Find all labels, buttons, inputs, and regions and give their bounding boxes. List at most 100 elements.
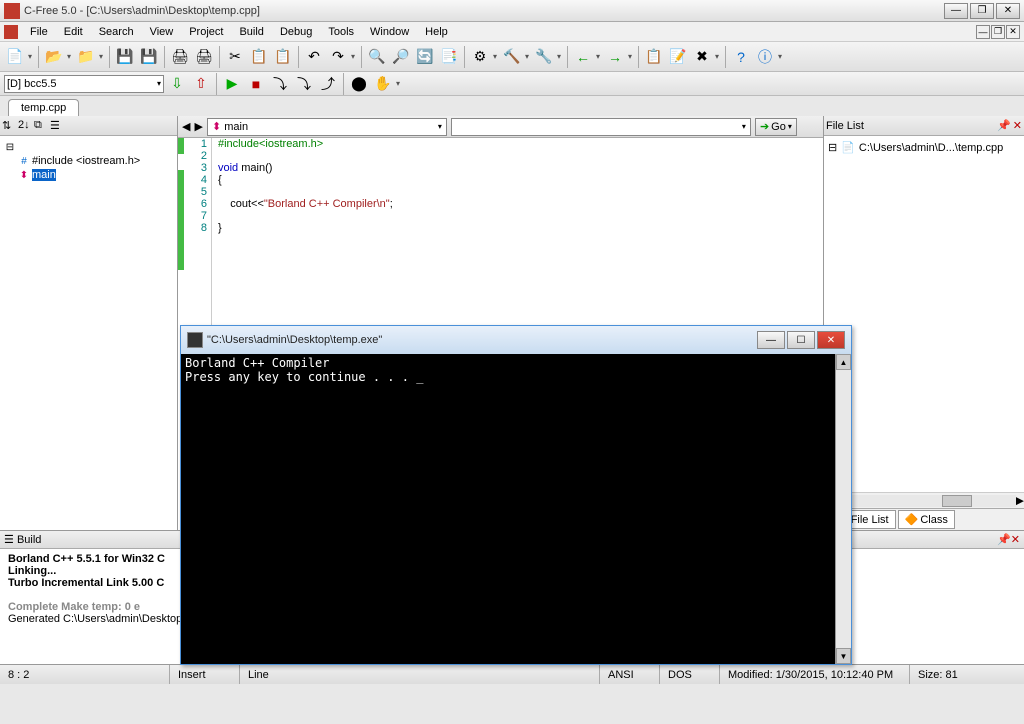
console-titlebar[interactable]: "C:\Users\admin\Desktop\temp.exe" — ☐ ✕: [181, 326, 851, 354]
change-marker: [178, 138, 184, 154]
info-dropdown[interactable]: ▾: [778, 52, 784, 61]
tab-class[interactable]: 🔶 Class: [898, 510, 955, 529]
console-maximize-button[interactable]: ☐: [787, 331, 815, 349]
tree-include[interactable]: # #include <iostream.h>: [4, 154, 173, 168]
mdi-close-button[interactable]: ✕: [1006, 25, 1020, 39]
build-icon[interactable]: 🔨: [501, 46, 523, 68]
minimize-button[interactable]: —: [944, 3, 968, 19]
cut-icon[interactable]: ✂: [224, 46, 246, 68]
save-all-icon[interactable]: 💾: [138, 46, 160, 68]
replace-icon[interactable]: 🔄: [414, 46, 436, 68]
menu-search[interactable]: Search: [91, 24, 142, 40]
bookmark-icon[interactable]: 📑: [438, 46, 460, 68]
console-close-button[interactable]: ✕: [817, 331, 845, 349]
copy-icon[interactable]: 📋: [248, 46, 270, 68]
find-in-files-icon[interactable]: 🔎: [390, 46, 412, 68]
menu-view[interactable]: View: [142, 24, 182, 40]
forward-icon[interactable]: →: [604, 46, 626, 68]
step-into-icon[interactable]: ⤵: [293, 73, 315, 95]
menu-tools[interactable]: Tools: [320, 24, 362, 40]
menu-file[interactable]: File: [22, 24, 56, 40]
open-project-dropdown[interactable]: ▾: [99, 52, 105, 61]
close-panel-icon[interactable]: ✕: [1011, 533, 1020, 546]
stop-icon[interactable]: ■: [245, 73, 267, 95]
tree-main[interactable]: ⬍ main: [4, 168, 173, 182]
back-icon[interactable]: ←: [572, 46, 594, 68]
new-file-icon[interactable]: 📄: [4, 46, 26, 68]
menu-edit[interactable]: Edit: [56, 24, 91, 40]
scroll-thumb[interactable]: [942, 495, 972, 507]
print-preview-icon[interactable]: 🖨: [193, 46, 215, 68]
open-project-icon[interactable]: 📁: [75, 46, 97, 68]
delete-dropdown[interactable]: ▾: [715, 52, 721, 61]
menu-debug[interactable]: Debug: [272, 24, 320, 40]
settings-icon[interactable]: 📝: [667, 46, 689, 68]
hand-dropdown[interactable]: ▾: [396, 79, 402, 88]
nav-back-icon[interactable]: ◀: [182, 120, 190, 133]
build-dropdown[interactable]: ▾: [525, 52, 531, 61]
hand-icon[interactable]: ✋: [372, 73, 394, 95]
menu-build[interactable]: Build: [231, 24, 271, 40]
scroll-down-icon[interactable]: ▼: [836, 648, 851, 664]
tree-root[interactable]: ⊟: [4, 140, 173, 154]
compile-dropdown[interactable]: ▾: [493, 52, 499, 61]
run-check-icon[interactable]: ⇩: [166, 73, 188, 95]
compile-icon[interactable]: ⚙: [469, 46, 491, 68]
save-icon[interactable]: 💾: [114, 46, 136, 68]
scope-combo[interactable]: ▾: [451, 118, 751, 136]
print-icon[interactable]: 🖨: [169, 46, 191, 68]
scroll-right-icon[interactable]: ▶: [1016, 494, 1024, 507]
help-icon[interactable]: ?: [730, 46, 752, 68]
options-icon[interactable]: 📋: [643, 46, 665, 68]
function-icon: ⬍: [212, 120, 221, 133]
open-file-icon[interactable]: 📂: [43, 46, 65, 68]
run-icon[interactable]: ▶: [221, 73, 243, 95]
close-button[interactable]: ✕: [996, 3, 1020, 19]
redo-dropdown[interactable]: ▾: [351, 52, 357, 61]
console-minimize-button[interactable]: —: [757, 331, 785, 349]
menu-project[interactable]: Project: [181, 24, 231, 40]
console-window[interactable]: "C:\Users\admin\Desktop\temp.exe" — ☐ ✕ …: [180, 325, 852, 665]
step-over-icon[interactable]: ⤵: [269, 73, 291, 95]
pin-icon[interactable]: 📌: [997, 119, 1011, 132]
sort-alpha-icon[interactable]: ⇅: [2, 119, 16, 133]
breakpoint-icon[interactable]: ⬤: [348, 73, 370, 95]
pin-icon[interactable]: 📌: [997, 533, 1011, 546]
menu-help[interactable]: Help: [417, 24, 456, 40]
rebuild-icon[interactable]: 🔧: [533, 46, 555, 68]
file-row[interactable]: ⊟ 📄 C:\Users\admin\D...\temp.cpp: [828, 140, 1020, 155]
find-icon[interactable]: 🔍: [366, 46, 388, 68]
step-out-icon[interactable]: ⤴: [317, 73, 339, 95]
new-file-dropdown[interactable]: ▾: [28, 52, 34, 61]
open-dropdown[interactable]: ▾: [67, 52, 73, 61]
forward-dropdown[interactable]: ▾: [628, 52, 634, 61]
console-scrollbar[interactable]: ▲ ▼: [835, 354, 851, 664]
paste-icon[interactable]: 📋: [272, 46, 294, 68]
rebuild-dropdown[interactable]: ▾: [557, 52, 563, 61]
hscrollbar[interactable]: ◀ ▶: [824, 492, 1024, 508]
run-x-icon[interactable]: ⇧: [190, 73, 212, 95]
info-icon[interactable]: ⓘ: [754, 46, 776, 68]
status-eol: DOS: [660, 665, 720, 684]
chevron-down-icon: ▾: [157, 79, 161, 88]
hash-icon: #: [18, 155, 30, 167]
nav-forward-icon[interactable]: ▶: [194, 120, 202, 133]
filter-icon[interactable]: ⧉: [34, 119, 48, 133]
back-dropdown[interactable]: ▾: [596, 52, 602, 61]
delete-icon[interactable]: ✖: [691, 46, 713, 68]
undo-icon[interactable]: ↶: [303, 46, 325, 68]
symbol-combo[interactable]: ⬍ main ▾: [207, 118, 447, 136]
list-icon[interactable]: ☰: [50, 119, 64, 133]
scroll-up-icon[interactable]: ▲: [836, 354, 851, 370]
redo-icon[interactable]: ↷: [327, 46, 349, 68]
mdi-restore-button[interactable]: ❐: [991, 25, 1005, 39]
console-output[interactable]: Borland C++ Compiler Press any key to co…: [181, 354, 835, 664]
file-tab-temp[interactable]: temp.cpp: [8, 99, 79, 116]
go-button[interactable]: ➔ Go ▾: [755, 118, 797, 136]
mdi-minimize-button[interactable]: —: [976, 25, 990, 39]
compiler-combo[interactable]: [D] bcc5.5 ▾: [4, 75, 164, 93]
sort-num-icon[interactable]: 2↓: [18, 119, 32, 133]
menu-window[interactable]: Window: [362, 24, 417, 40]
maximize-button[interactable]: ❐: [970, 3, 994, 19]
close-panel-icon[interactable]: ✕: [1013, 119, 1022, 132]
